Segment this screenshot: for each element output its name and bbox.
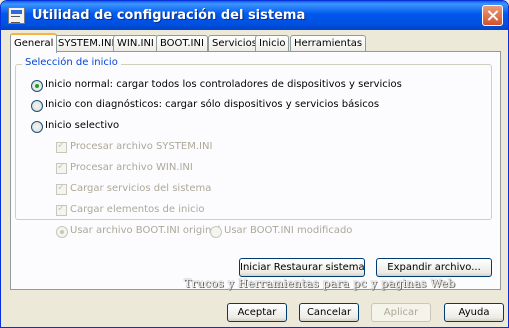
tab-servicios[interactable]: Servicios	[208, 35, 261, 52]
startup-items-checkbox[interactable]	[56, 203, 67, 216]
tab-win-ini[interactable]: WIN.INI	[113, 35, 158, 52]
system-ini-label: Procesar archivo SYSTEM.INI	[70, 141, 213, 152]
normal-startup-radio[interactable]	[31, 80, 43, 92]
selective-startup-label[interactable]: Inicio selectivo	[45, 120, 119, 131]
cancel-button[interactable]: Cancelar	[299, 303, 359, 322]
title-bar[interactable]: Utilidad de configuración del sistema	[1, 1, 508, 30]
selective-startup-radio[interactable]	[31, 121, 43, 133]
tab-system-ini[interactable]: SYSTEM.INI	[54, 35, 119, 52]
system-services-label: Cargar servicios del sistema	[70, 183, 212, 194]
win-ini-label: Procesar archivo WIN.INI	[70, 162, 193, 173]
diagnostic-startup-label[interactable]: Inicio con diagnósticos: cargar sólo dis…	[45, 99, 379, 110]
apply-button[interactable]: Aplicar	[371, 303, 431, 322]
original-boot-ini-radio[interactable]	[56, 226, 68, 238]
win-ini-checkbox[interactable]	[56, 161, 67, 174]
system-config-window: Utilidad de configuración del sistema Ge…	[0, 0, 509, 328]
tab-general[interactable]: General	[10, 33, 58, 53]
original-boot-ini-label: Usar archivo BOOT.INI original	[70, 225, 221, 236]
watermark-text: Trucos y Herramientas para pc y paginas …	[184, 277, 456, 290]
help-button[interactable]: Ayuda	[444, 303, 504, 322]
diagnostic-startup-radio[interactable]	[31, 100, 43, 112]
normal-startup-label[interactable]: Inicio normal: cargar todos los controla…	[45, 79, 402, 90]
startup-selection-label: Selección de inicio	[22, 57, 121, 68]
window-title: Utilidad de configuración del sistema	[32, 8, 306, 23]
expand-file-button[interactable]: Expandir archivo...	[376, 258, 492, 277]
accept-button[interactable]: Aceptar	[227, 303, 287, 322]
tab-inicio[interactable]: Inicio	[255, 35, 290, 52]
system-ini-checkbox[interactable]	[56, 140, 67, 153]
modified-boot-ini-label: Usar BOOT.INI modificado	[224, 225, 353, 236]
system-services-checkbox[interactable]	[56, 182, 67, 195]
restore-system-button[interactable]: Iniciar Restaurar sistema	[239, 258, 365, 277]
close-icon[interactable]	[482, 5, 503, 26]
modified-boot-ini-radio[interactable]	[210, 226, 222, 238]
tab-boot-ini[interactable]: BOOT.INI	[156, 35, 208, 52]
startup-items-label: Cargar elementos de inicio	[70, 204, 205, 215]
tab-herramientas[interactable]: Herramientas	[290, 35, 367, 52]
msconfig-icon	[8, 7, 25, 24]
